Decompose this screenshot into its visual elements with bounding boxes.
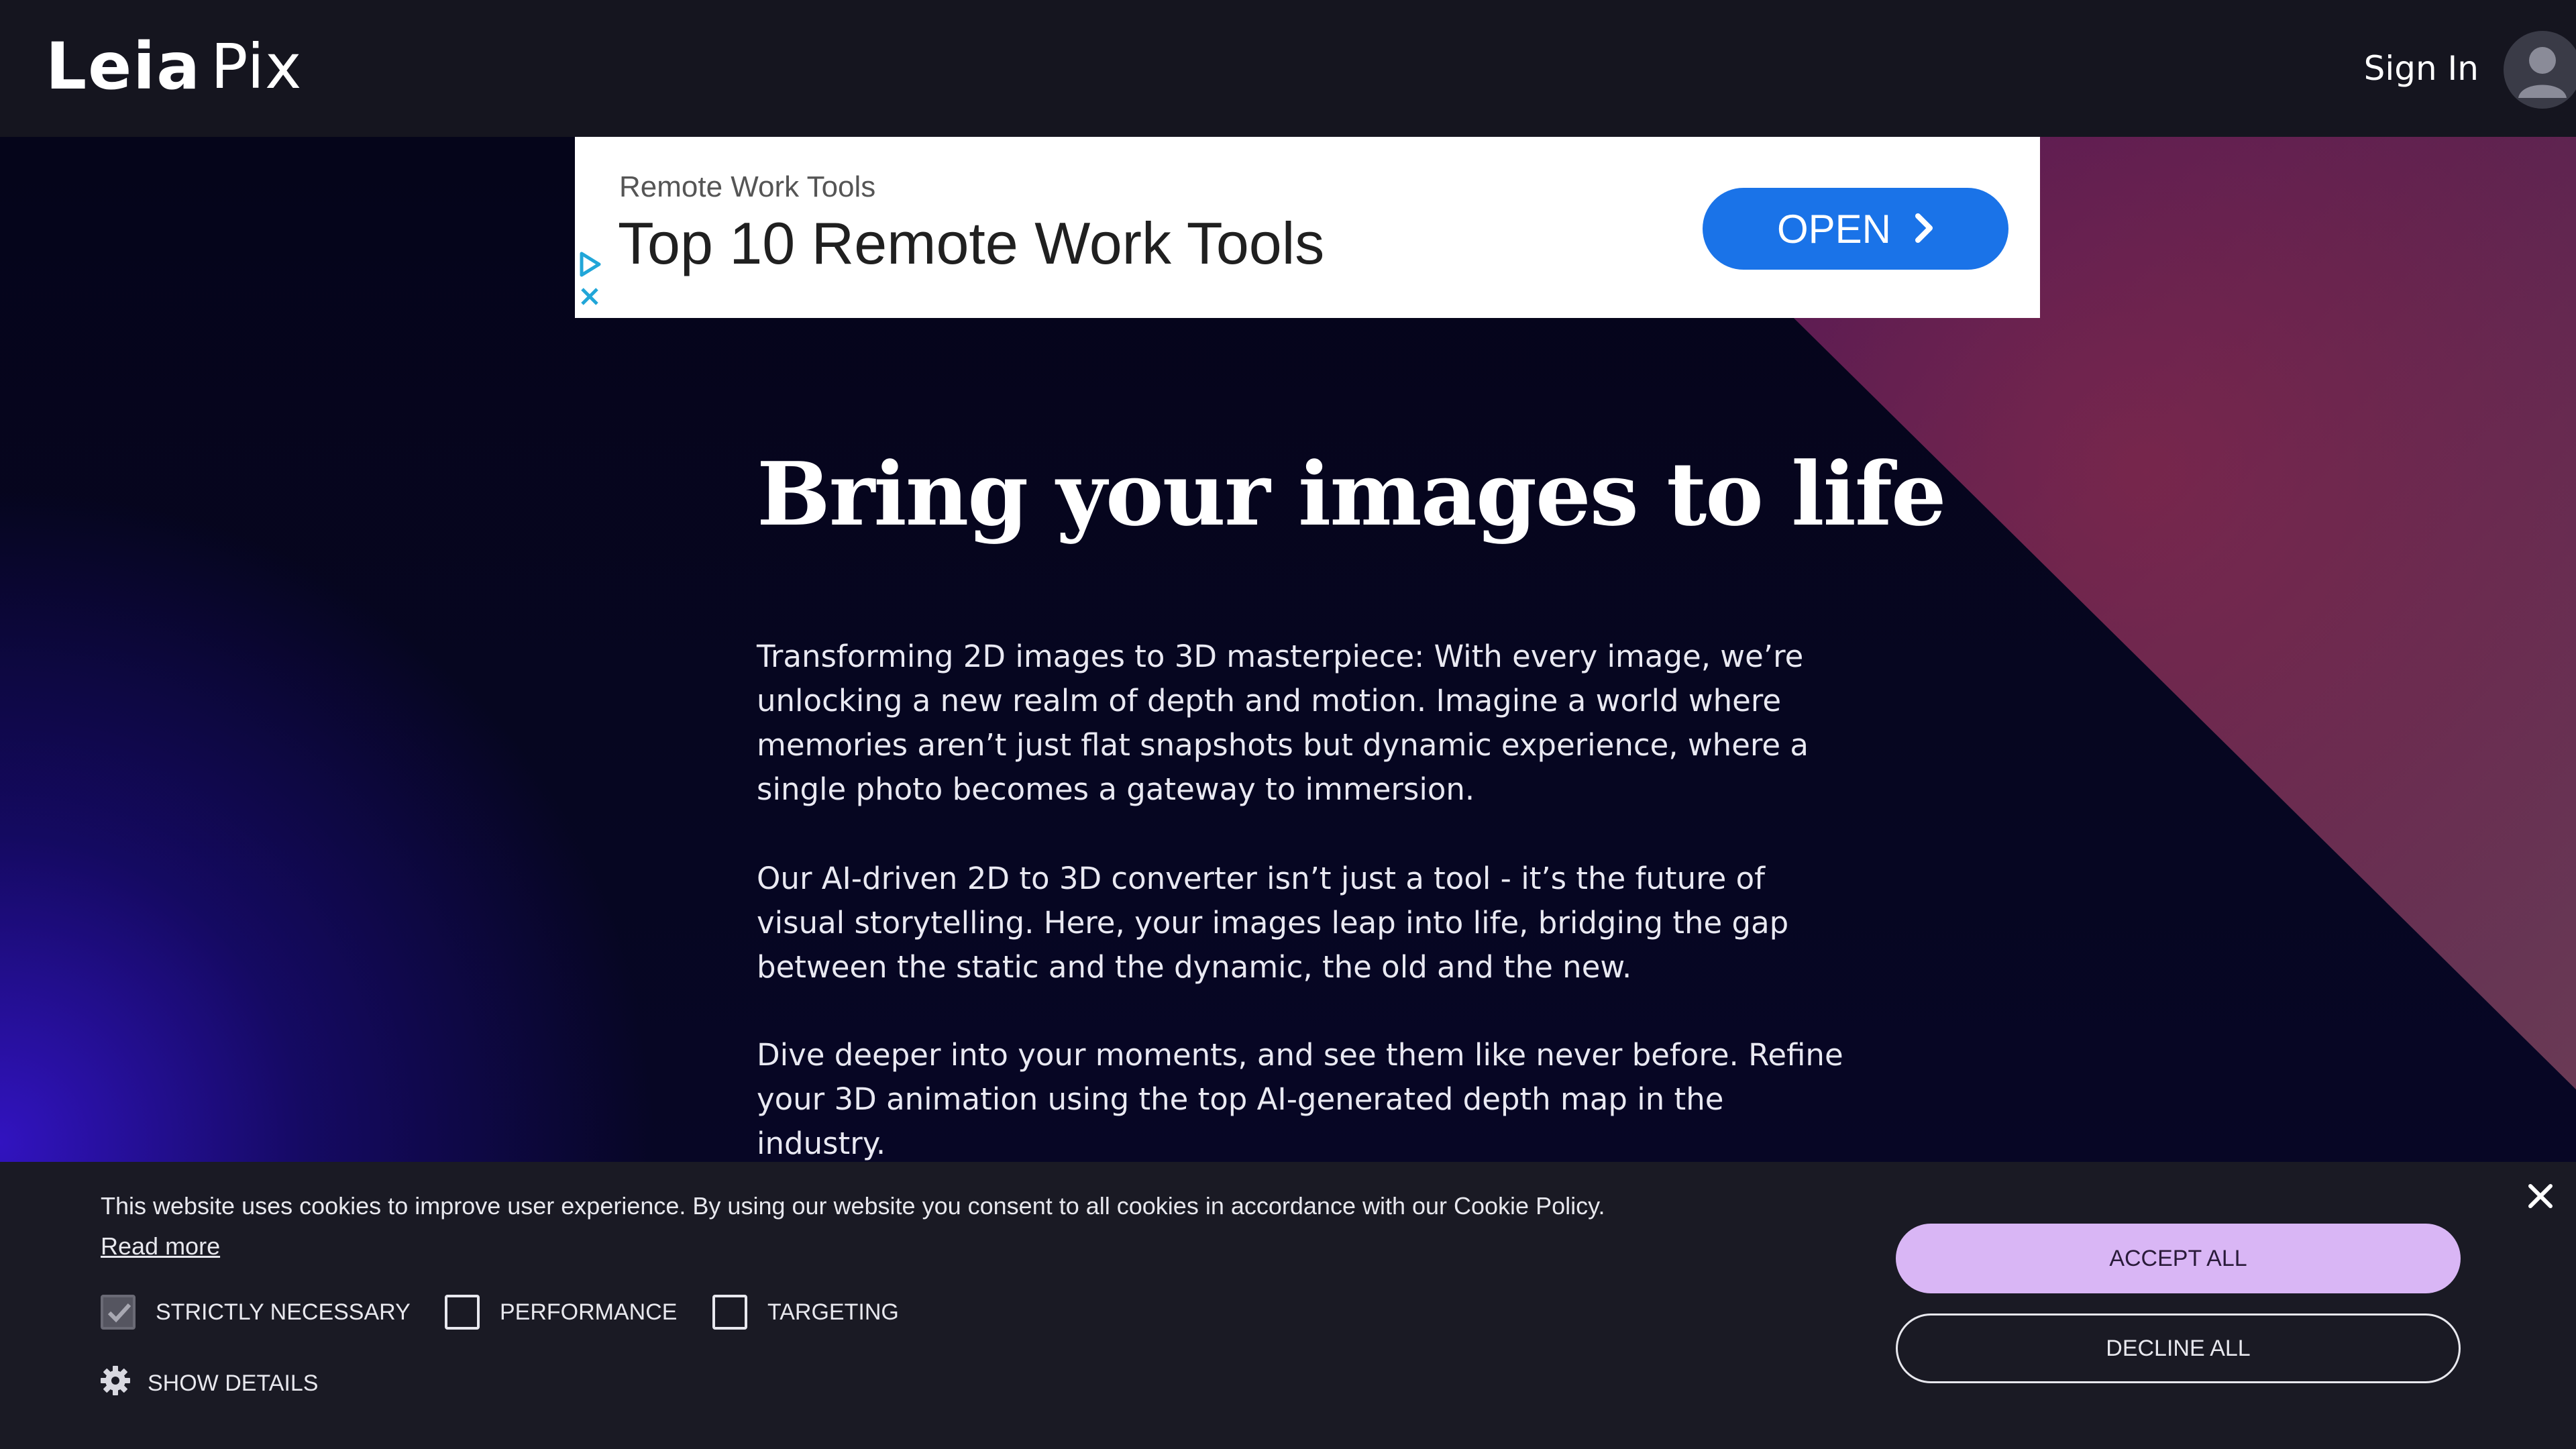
intro-paragraph-1: Transforming 2D images to 3D masterpiece… — [757, 639, 1809, 807]
close-icon[interactable] — [2524, 1179, 2557, 1213]
strictly-necessary-label: STRICTLY NECESSARY — [156, 1299, 411, 1325]
decline-all-button[interactable]: DECLINE ALL — [1896, 1313, 2461, 1383]
site-header: Leia Pix Sign In — [0, 0, 2576, 137]
play-triangle-icon[interactable] — [578, 251, 602, 280]
page-headline: Bring your images to life — [757, 443, 1947, 545]
targeting-option: TARGETING — [712, 1295, 899, 1330]
logo-pix-text: Pix — [210, 30, 303, 103]
ad-open-label: OPEN — [1776, 206, 1892, 252]
performance-option: PERFORMANCE — [445, 1295, 677, 1330]
accept-all-button[interactable]: ACCEPT ALL — [1896, 1224, 2461, 1293]
intro-paragraph-3: Dive deeper into your moments, and see t… — [757, 1037, 1843, 1161]
ad-open-button[interactable]: OPEN — [1703, 188, 2008, 270]
close-icon[interactable] — [579, 286, 600, 310]
user-avatar-icon[interactable] — [2504, 31, 2576, 109]
sign-in-link[interactable]: Sign In — [2364, 47, 2479, 90]
intro-paragraph-2: Our AI-driven 2D to 3D converter isn’t j… — [757, 861, 1789, 985]
chevron-right-icon — [1914, 206, 1934, 252]
performance-label: PERFORMANCE — [500, 1299, 678, 1325]
targeting-checkbox[interactable] — [712, 1295, 747, 1330]
read-more-link[interactable]: Read more — [101, 1232, 220, 1260]
leiapix-logo[interactable]: Leia Pix — [46, 29, 303, 104]
logo-leia-text: Leia — [46, 29, 201, 104]
strictly-necessary-option: STRICTLY NECESSARY — [101, 1295, 411, 1330]
show-details-label: SHOW DETAILS — [148, 1371, 319, 1396]
gear-icon — [99, 1364, 131, 1403]
ad-banner[interactable]: Remote Work Tools Top 10 Remote Work Too… — [575, 137, 2040, 318]
ad-eyebrow: Remote Work Tools — [619, 170, 876, 203]
show-details-toggle[interactable]: SHOW DETAILS — [99, 1364, 318, 1403]
ad-title[interactable]: Top 10 Remote Work Tools — [618, 209, 1324, 278]
performance-checkbox[interactable] — [445, 1295, 480, 1330]
targeting-label: TARGETING — [767, 1299, 899, 1325]
cookie-message: This website uses cookies to improve use… — [101, 1186, 1644, 1267]
strictly-necessary-checkbox[interactable] — [101, 1295, 136, 1330]
cookie-message-text: This website uses cookies to improve use… — [101, 1192, 1605, 1220]
